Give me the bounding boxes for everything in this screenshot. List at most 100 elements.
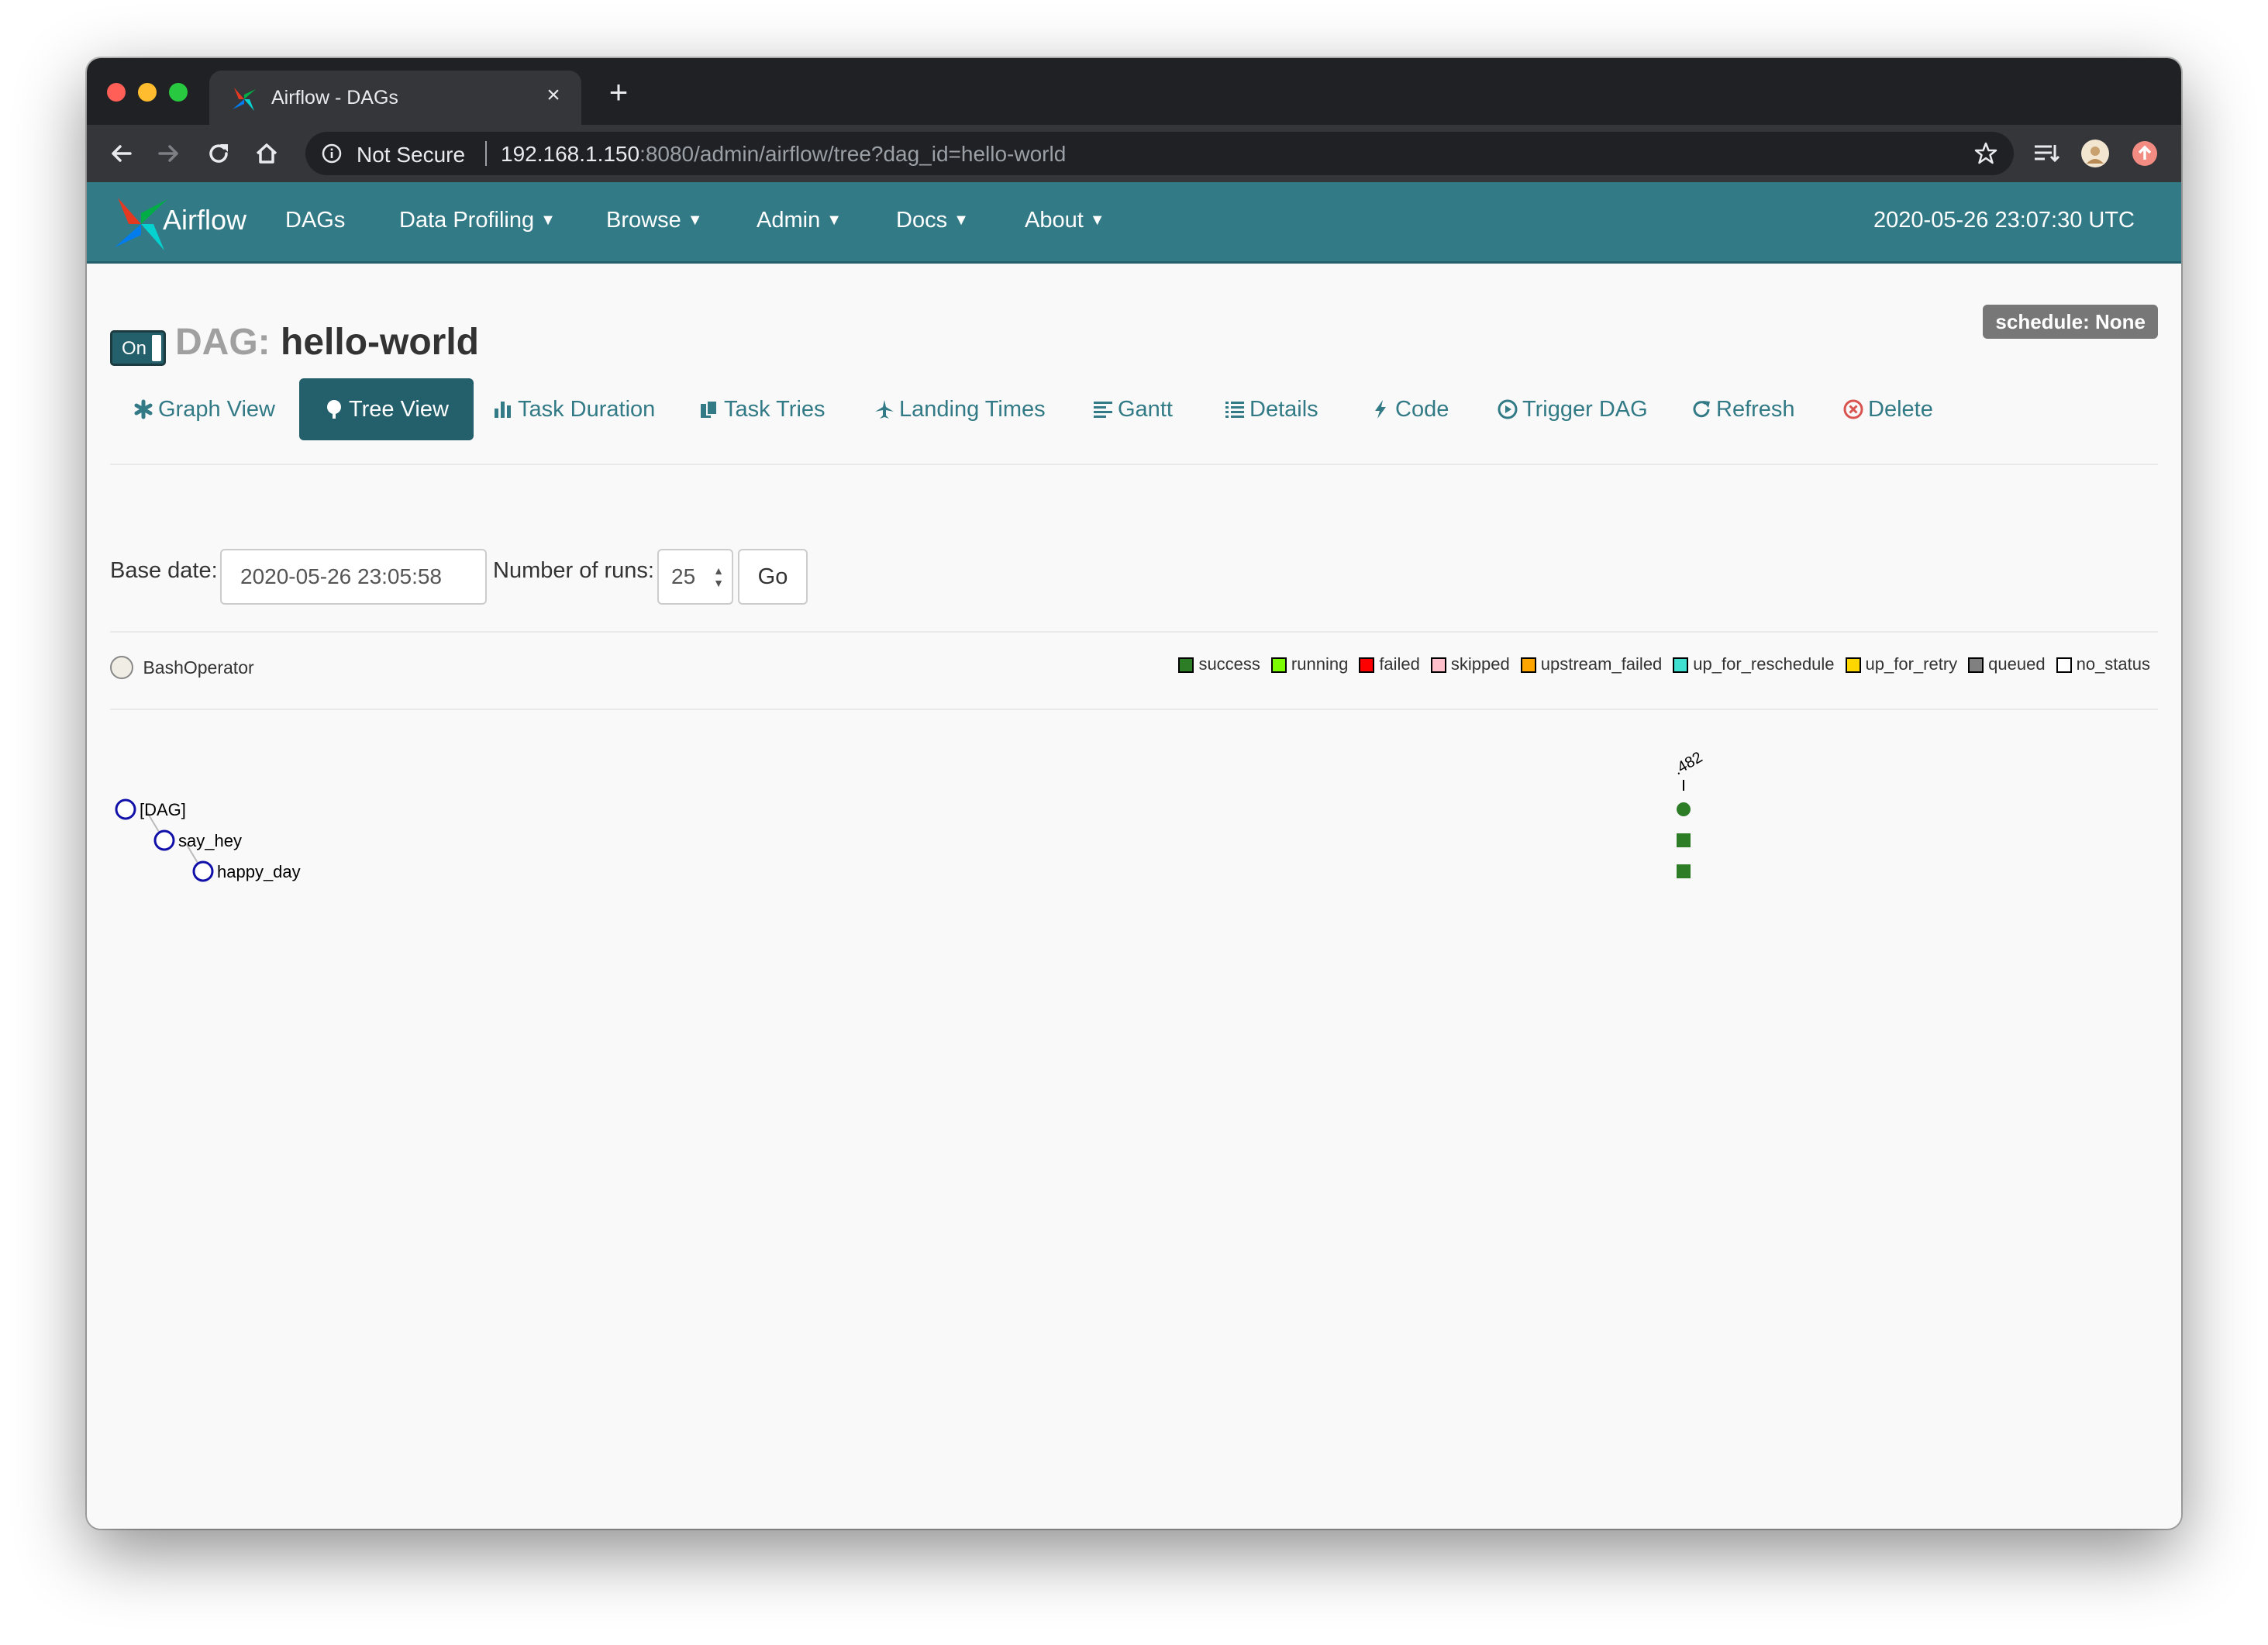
back-icon[interactable] xyxy=(105,138,136,169)
close-tab-icon[interactable]: × xyxy=(541,83,566,108)
close-window-button[interactable] xyxy=(107,83,126,102)
chevron-down-icon: ▼ xyxy=(826,212,842,229)
security-label: Not Secure xyxy=(357,143,466,167)
home-icon[interactable] xyxy=(251,138,282,169)
tab-delete[interactable]: Delete xyxy=(1843,378,1933,440)
page-content: On DAG: hello-world schedule: None Graph… xyxy=(87,264,2181,1529)
operator-swatch xyxy=(110,656,133,679)
nav-data-profiling-label: Data Profiling xyxy=(399,208,535,233)
dag-title-prefix: DAG: xyxy=(175,322,271,363)
tree-node-circle[interactable] xyxy=(115,798,136,820)
reload-icon[interactable] xyxy=(203,138,234,169)
tab-label: Graph View xyxy=(158,397,275,422)
dag-pause-toggle[interactable]: On xyxy=(110,330,166,366)
tab-label: Details xyxy=(1249,397,1318,422)
legend-label: failed xyxy=(1379,654,1420,674)
tree-node-circle[interactable] xyxy=(192,860,214,882)
reading-list-icon[interactable] xyxy=(2031,139,2060,168)
nav-data-profiling[interactable]: Data Profiling ▼ xyxy=(399,208,556,233)
tab-label: Tree View xyxy=(349,397,449,422)
legend-divider xyxy=(110,709,2158,710)
chevron-down-icon: ▼ xyxy=(687,212,703,229)
legend-swatch xyxy=(1430,657,1446,673)
url-text[interactable]: 192.168.1.150:8080/admin/airflow/tree?da… xyxy=(501,142,1066,167)
tree-node-label[interactable]: happy_day xyxy=(217,862,301,881)
legend-label: running xyxy=(1291,654,1349,674)
dag-run-circle[interactable] xyxy=(1677,802,1691,816)
toggle-label: On xyxy=(122,338,147,359)
refresh-icon xyxy=(1693,401,1710,418)
tab-label: Delete xyxy=(1868,397,1933,422)
browser-tab-strip: Airflow - DAGs × + xyxy=(87,58,2181,125)
url-host: 192.168.1.150 xyxy=(501,142,640,166)
tab-landing-times[interactable]: Landing Times xyxy=(874,378,1046,440)
forward-icon[interactable] xyxy=(153,138,184,169)
tab-label: Trigger DAG xyxy=(1522,397,1648,422)
airflow-brand-text[interactable]: Airflow xyxy=(163,204,246,236)
task-instance-square[interactable] xyxy=(1677,833,1691,847)
nav-about[interactable]: About ▼ xyxy=(1025,208,1105,233)
url-path: :8080/admin/airflow/tree?dag_id=hello-wo… xyxy=(639,142,1067,166)
new-tab-button[interactable]: + xyxy=(601,75,636,109)
base-date-value: 2020-05-26 23:05:58 xyxy=(240,564,442,588)
legend-label: no_status xyxy=(2076,654,2150,674)
airflow-favicon-icon xyxy=(233,88,256,111)
tree-view-chart: [DAG] say_hey happy_day .482 xyxy=(115,749,1706,882)
browser-toolbar: Not Secure 192.168.1.150:8080/admin/airf… xyxy=(87,125,2181,182)
legend-item-queued: queued xyxy=(1968,654,2046,674)
go-button[interactable]: Go xyxy=(738,549,808,605)
legend-swatch xyxy=(1520,657,1536,673)
tab-graph-view[interactable]: Graph View xyxy=(133,378,275,440)
legend-swatch xyxy=(1178,657,1194,673)
update-icon[interactable] xyxy=(2130,139,2159,168)
nav-dags[interactable]: DAGs xyxy=(285,208,345,233)
tree-node-circle[interactable] xyxy=(153,829,175,851)
minimize-window-button[interactable] xyxy=(138,83,157,102)
base-date-input[interactable]: 2020-05-26 23:05:58 xyxy=(220,549,487,605)
chevron-down-icon: ▼ xyxy=(540,212,556,229)
remove-circle-icon xyxy=(1843,399,1863,419)
utc-clock: 2020-05-26 23:07:30 UTC xyxy=(1873,208,2135,233)
task-instance-square[interactable] xyxy=(1677,864,1691,878)
schedule-badge: schedule: None xyxy=(1983,305,2158,339)
dag-title-name: hello-world xyxy=(281,322,479,363)
legend-swatch xyxy=(1845,657,1861,673)
bookmark-star-icon[interactable] xyxy=(1973,141,1998,166)
legend-label: up_for_retry xyxy=(1865,654,1958,674)
align-left-icon xyxy=(1094,402,1112,418)
flash-icon xyxy=(1375,400,1386,419)
tab-details[interactable]: Details xyxy=(1225,378,1318,440)
tab-trigger-dag[interactable]: Trigger DAG xyxy=(1498,378,1648,440)
tree-node-label[interactable]: say_hey xyxy=(178,831,242,850)
tab-refresh[interactable]: Refresh xyxy=(1691,378,1795,440)
browser-tab[interactable]: Airflow - DAGs × xyxy=(209,71,581,125)
select-arrows-icon: ▲ ▼ xyxy=(713,564,724,589)
tabs-divider xyxy=(110,464,2158,465)
address-bar[interactable]: Not Secure 192.168.1.150:8080/admin/airf… xyxy=(305,132,2014,175)
dag-run-label: .482 xyxy=(1671,749,1706,779)
tab-task-duration[interactable]: Task Duration xyxy=(493,378,655,440)
tab-task-tries[interactable]: Task Tries xyxy=(699,378,826,440)
chevron-down-icon: ▼ xyxy=(953,212,969,229)
maximize-window-button[interactable] xyxy=(169,83,188,102)
tree-node-label[interactable]: [DAG] xyxy=(140,800,186,819)
tree-icon xyxy=(327,400,341,419)
nav-browse[interactable]: Browse ▼ xyxy=(606,208,703,233)
nav-about-label: About xyxy=(1025,208,1084,233)
tab-tree-view[interactable]: Tree View xyxy=(299,378,474,440)
nav-dags-label: DAGs xyxy=(285,208,346,233)
nav-docs[interactable]: Docs ▼ xyxy=(896,208,969,233)
info-icon[interactable] xyxy=(321,143,343,164)
operator-label: BashOperator xyxy=(143,657,254,678)
num-runs-label: Number of runs: xyxy=(493,558,654,583)
tab-code[interactable]: Code xyxy=(1370,378,1449,440)
operator-legend: BashOperator xyxy=(110,656,254,679)
num-runs-select[interactable]: 25 ▲ ▼ xyxy=(657,549,733,605)
tab-label: Task Tries xyxy=(724,397,826,422)
profile-avatar-icon[interactable] xyxy=(2080,139,2110,168)
nav-admin[interactable]: Admin ▼ xyxy=(757,208,842,233)
legend-label: upstream_failed xyxy=(1540,654,1663,674)
tab-gantt[interactable]: Gantt xyxy=(1093,378,1173,440)
state-legend: success running failed skipped upstream_fail… xyxy=(1167,654,2150,674)
browser-tab-title: Airflow - DAGs xyxy=(271,87,398,109)
